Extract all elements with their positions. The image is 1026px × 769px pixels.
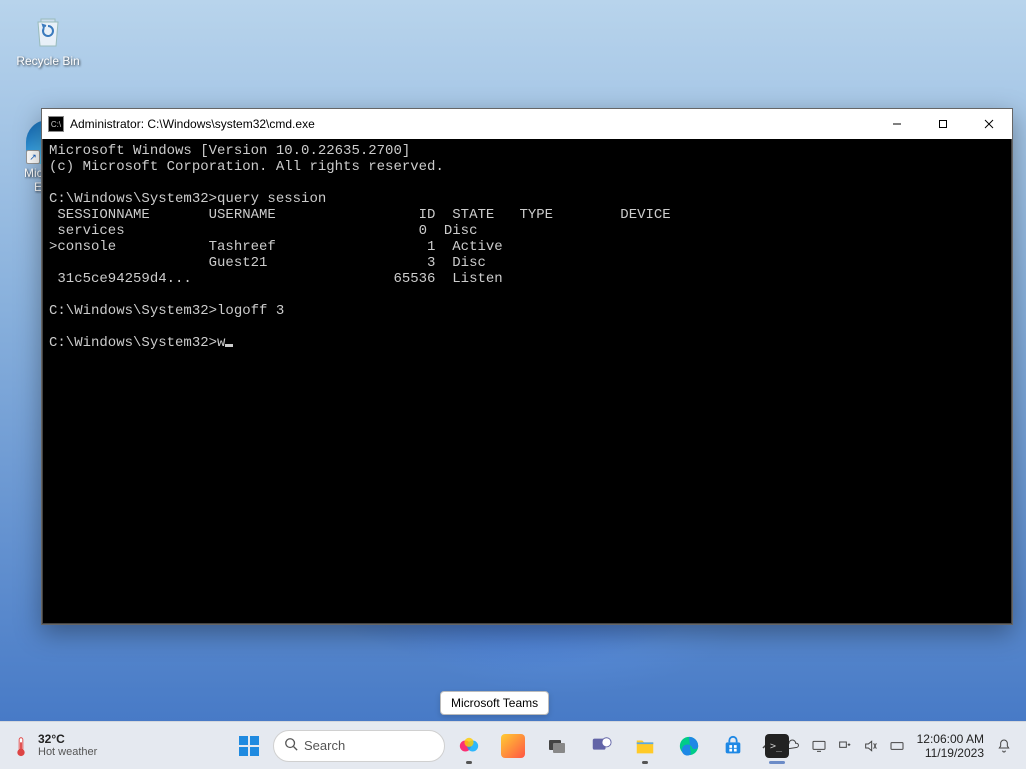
keyboard-icon <box>889 738 905 754</box>
line-prompt1: C:\Windows\System32>query session <box>49 191 326 207</box>
tooltip-microsoft-teams: Microsoft Teams <box>440 691 549 715</box>
recycle-bin-label: Recycle Bin <box>16 54 79 68</box>
thermometer-icon <box>10 735 32 757</box>
search-placeholder: Search <box>304 738 345 753</box>
windows-logo-icon <box>238 735 260 757</box>
tray-network[interactable] <box>833 726 857 766</box>
power-toys-button[interactable] <box>493 726 533 766</box>
weather-temp: 32°C <box>38 733 97 746</box>
store-button[interactable] <box>713 726 753 766</box>
maximize-button[interactable] <box>920 109 966 139</box>
tray-monitor[interactable] <box>807 726 831 766</box>
cmd-window: C:\ Administrator: C:\Windows\system32\c… <box>41 108 1013 625</box>
line-row2: >console Tashreef 1 Active <box>49 239 503 255</box>
notifications-button[interactable] <box>992 726 1016 766</box>
network-icon <box>837 738 853 754</box>
edge-icon <box>677 734 701 758</box>
line-version: Microsoft Windows [Version 10.0.22635.27… <box>49 143 410 159</box>
titlebar[interactable]: C:\ Administrator: C:\Windows\system32\c… <box>42 109 1012 139</box>
minimize-button[interactable] <box>874 109 920 139</box>
terminal-output[interactable]: Microsoft Windows [Version 10.0.22635.27… <box>42 139 1012 624</box>
store-icon <box>721 734 745 758</box>
file-explorer-button[interactable] <box>625 726 665 766</box>
line-row4: 31c5ce94259d4... 65536 Listen <box>49 271 503 287</box>
copilot-button[interactable] <box>449 726 489 766</box>
line-prompt2: C:\Windows\System32>logoff 3 <box>49 303 284 319</box>
recycle-bin-glyph <box>26 8 70 52</box>
weather-desc: Hot weather <box>38 746 97 759</box>
copilot-icon <box>457 734 481 758</box>
cursor <box>225 344 233 347</box>
clock-time: 12:06:00 AM <box>917 732 984 746</box>
weather-widget[interactable]: 32°C Hot weather <box>10 733 97 759</box>
task-view-icon <box>545 734 569 758</box>
speaker-icon <box>863 738 879 754</box>
tray-volume[interactable] <box>859 726 883 766</box>
edge-button[interactable] <box>669 726 709 766</box>
cmd-taskbar-button[interactable]: >_ <box>757 726 797 766</box>
window-title: Administrator: C:\Windows\system32\cmd.e… <box>70 117 874 131</box>
line-header: SESSIONNAME USERNAME ID STATE TYPE DEVIC… <box>49 207 671 223</box>
search-icon <box>284 737 298 754</box>
close-button[interactable] <box>966 109 1012 139</box>
task-view-button[interactable] <box>537 726 577 766</box>
line-prompt3: C:\Windows\System32>w <box>49 335 225 351</box>
power-toys-icon <box>501 734 525 758</box>
monitor-icon <box>811 738 827 754</box>
line-row1: services 0 Disc <box>49 223 477 239</box>
clock-date: 11/19/2023 <box>925 746 984 760</box>
line-copyright: (c) Microsoft Corporation. All rights re… <box>49 159 444 175</box>
tooltip-text: Microsoft Teams <box>451 696 538 710</box>
chat-button[interactable] <box>581 726 621 766</box>
start-button[interactable] <box>229 726 269 766</box>
taskbar-search[interactable]: Search <box>273 730 445 762</box>
taskbar: 32°C Hot weather Search <box>0 721 1026 769</box>
bell-icon <box>996 738 1012 754</box>
terminal-icon: >_ <box>765 734 789 758</box>
tray-input[interactable] <box>885 726 909 766</box>
clock[interactable]: 12:06:00 AM 11/19/2023 <box>911 732 990 760</box>
chat-icon <box>589 734 613 758</box>
folder-icon <box>633 734 657 758</box>
line-row3: Guest21 3 Disc <box>49 255 486 271</box>
svg-text:>_: >_ <box>770 741 783 752</box>
cmd-icon: C:\ <box>48 116 64 132</box>
recycle-bin-icon[interactable]: Recycle Bin <box>10 8 86 68</box>
